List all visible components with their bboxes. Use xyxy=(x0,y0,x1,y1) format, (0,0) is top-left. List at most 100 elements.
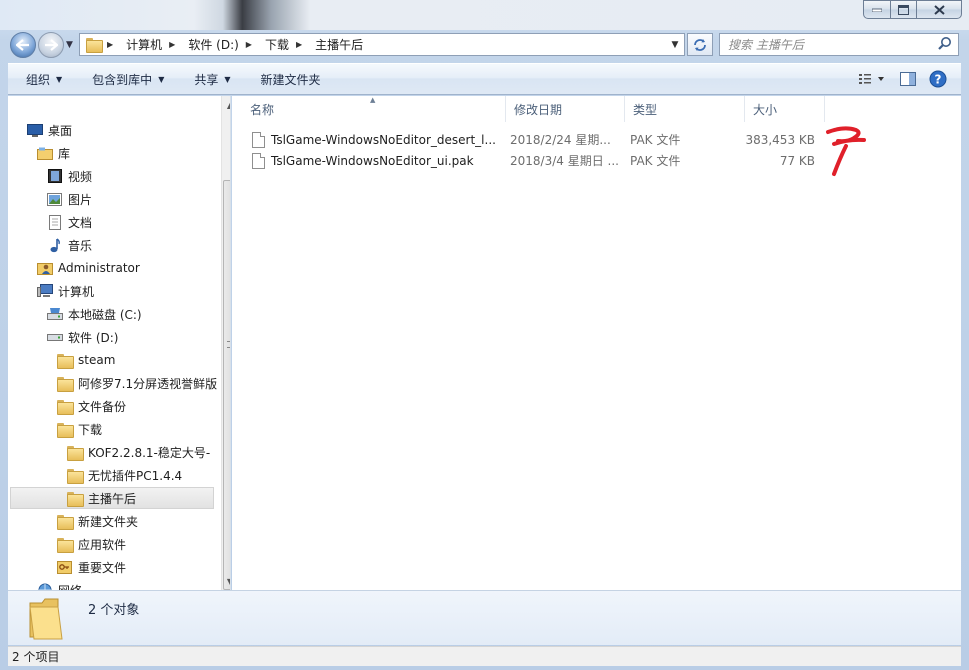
nav-item-label: 库 xyxy=(58,146,71,161)
scrollbar-thumb[interactable] xyxy=(223,180,230,590)
nav-item-drive-d[interactable]: 软件 (D:) xyxy=(46,326,118,348)
change-view-button[interactable] xyxy=(851,67,893,91)
nav-item-downloads[interactable]: 下载 xyxy=(56,418,102,440)
nav-item-label: 文档 xyxy=(68,215,93,230)
nav-item-kof[interactable]: KOF2.2.8.1-稳定大号- xyxy=(66,441,210,463)
command-bar: 组织 ▼ 包含到库中 ▼ 共享 ▼ 新建文件夹 ? xyxy=(8,63,961,95)
folder-icon xyxy=(66,490,84,507)
library-icon xyxy=(36,145,53,161)
nav-item-drive-c[interactable]: 本地磁盘 (C:) xyxy=(46,303,142,325)
file-icon xyxy=(252,131,265,148)
nav-item-new-folder[interactable]: 新建文件夹 xyxy=(56,510,138,532)
nav-item-desktop[interactable]: 桌面 xyxy=(26,119,72,141)
file-row[interactable]: TslGame-WindowsNoEditor_desert_l... 2018… xyxy=(252,129,815,150)
navigation-pane: 桌面 库 视频 图片 文档 音乐 Administrator 计算机 本地磁盘 … xyxy=(8,96,231,590)
window-controls xyxy=(863,0,962,19)
nav-item-documents[interactable]: 文档 xyxy=(46,211,92,233)
nav-item-label: 主播午后 xyxy=(88,491,137,506)
nav-item-music[interactable]: 音乐 xyxy=(46,234,92,256)
nav-item-label: 文件备份 xyxy=(78,399,127,414)
nav-item-label: Administrator xyxy=(58,261,140,275)
nav-item-file-backup[interactable]: 文件备份 xyxy=(56,395,126,417)
column-header-modified[interactable]: 修改日期 xyxy=(506,96,625,122)
nav-item-administrator[interactable]: Administrator xyxy=(36,257,140,279)
column-header-size[interactable]: 大小 xyxy=(745,96,825,122)
address-folder-icon: ▶ xyxy=(80,34,122,55)
nav-item-library[interactable]: 库 xyxy=(36,142,70,164)
sort-ascending-icon: ▲ xyxy=(370,96,376,104)
nav-scrollbar[interactable]: ▲ ▼ xyxy=(221,96,230,590)
status-bar: 2 个项目 xyxy=(8,646,961,666)
key-folder-icon xyxy=(56,559,73,575)
help-button[interactable]: ? xyxy=(923,67,953,91)
minimize-icon xyxy=(872,8,882,12)
refresh-button[interactable] xyxy=(687,33,713,56)
column-header-name[interactable]: ▲ 名称 xyxy=(232,96,506,122)
back-arrow-icon xyxy=(16,39,29,51)
include-in-library-button[interactable]: 包含到库中 ▼ xyxy=(73,64,175,94)
music-icon xyxy=(46,237,63,253)
new-folder-button[interactable]: 新建文件夹 xyxy=(242,64,332,94)
organize-button[interactable]: 组织 ▼ xyxy=(8,64,73,94)
details-view-icon xyxy=(859,74,884,84)
column-header-type[interactable]: 类型 xyxy=(625,96,745,122)
nav-item-important-files[interactable]: 重要文件 xyxy=(56,556,126,578)
computer-icon xyxy=(36,283,53,299)
search-box[interactable] xyxy=(719,33,959,56)
breadcrumb-label: 软件 (D:) xyxy=(188,38,239,52)
nav-item-label: 本地磁盘 (C:) xyxy=(68,307,142,322)
nav-item-asura[interactable]: 阿修罗7.1分屏透视誉鲜版 xyxy=(56,372,217,394)
nav-item-pictures[interactable]: 图片 xyxy=(46,188,92,210)
back-button[interactable] xyxy=(10,32,36,58)
documents-icon xyxy=(46,214,63,230)
nav-item-computer[interactable]: 计算机 xyxy=(36,280,94,302)
drive-icon xyxy=(46,306,63,322)
address-bar[interactable]: ▶ 计算机 ▶ 软件 (D:) ▶ 下载 ▶ 主播午后 ▼ xyxy=(79,33,685,56)
folder-icon xyxy=(56,352,74,369)
preview-pane-button[interactable] xyxy=(893,67,923,91)
organize-label: 组织 xyxy=(26,72,51,87)
share-button[interactable]: 共享 ▼ xyxy=(175,64,241,94)
nav-item-videos[interactable]: 视频 xyxy=(46,165,92,187)
file-type: PAK 文件 xyxy=(630,154,681,168)
file-name: TslGame-WindowsNoEditor_desert_l... xyxy=(271,132,496,147)
nav-item-network[interactable]: 网络 xyxy=(36,579,82,590)
breadcrumb-item[interactable]: 软件 (D:) ▶ xyxy=(184,34,261,55)
nav-item-label: 应用软件 xyxy=(78,537,127,552)
nav-item-label: 无忧插件PC1.4.4 xyxy=(88,468,183,483)
breadcrumb-item[interactable]: 计算机 ▶ xyxy=(122,34,184,55)
search-icon[interactable] xyxy=(938,36,952,53)
nav-item-streamer-afternoon[interactable]: 主播午后 xyxy=(10,487,214,509)
folder-icon xyxy=(56,375,74,392)
nav-item-label: 视频 xyxy=(68,169,93,184)
folder-icon xyxy=(56,421,74,438)
nav-item-label: steam xyxy=(78,353,116,367)
folder-icon xyxy=(56,513,74,530)
file-modified: 2018/2/24 星期... xyxy=(510,133,611,147)
share-label: 共享 xyxy=(194,72,219,87)
pictures-icon xyxy=(46,191,63,207)
forward-button[interactable] xyxy=(38,32,64,58)
nav-item-wuyou-plugin[interactable]: 无忧插件PC1.4.4 xyxy=(66,464,182,486)
folder-icon xyxy=(66,444,84,461)
file-row[interactable]: TslGame-WindowsNoEditor_ui.pak 2018/3/4 … xyxy=(252,150,815,171)
breadcrumb-label: 主播午后 xyxy=(315,38,364,52)
search-input[interactable] xyxy=(728,37,933,52)
grip-icon xyxy=(227,341,230,348)
breadcrumb-item[interactable]: 下载 ▶ xyxy=(261,34,311,55)
folder-icon xyxy=(86,38,103,53)
scroll-up-icon[interactable]: ▲ xyxy=(222,98,230,114)
recent-pages-dropdown[interactable]: ▼ xyxy=(66,40,73,50)
nav-item-label: KOF2.2.8.1-稳定大号- xyxy=(88,445,211,460)
close-button[interactable] xyxy=(917,0,962,19)
minimize-button[interactable] xyxy=(863,0,891,19)
scroll-down-icon[interactable]: ▼ xyxy=(222,574,230,590)
file-modified: 2018/3/4 星期日 ... xyxy=(510,154,619,168)
maximize-button[interactable] xyxy=(891,0,917,19)
status-text: 2 个项目 xyxy=(12,650,60,664)
folder-icon xyxy=(56,536,74,553)
nav-item-apps[interactable]: 应用软件 xyxy=(56,533,126,555)
breadcrumb-item[interactable]: 主播午后 xyxy=(311,34,367,55)
address-dropdown[interactable]: ▼ xyxy=(666,40,684,50)
nav-item-steam[interactable]: steam xyxy=(56,349,115,371)
